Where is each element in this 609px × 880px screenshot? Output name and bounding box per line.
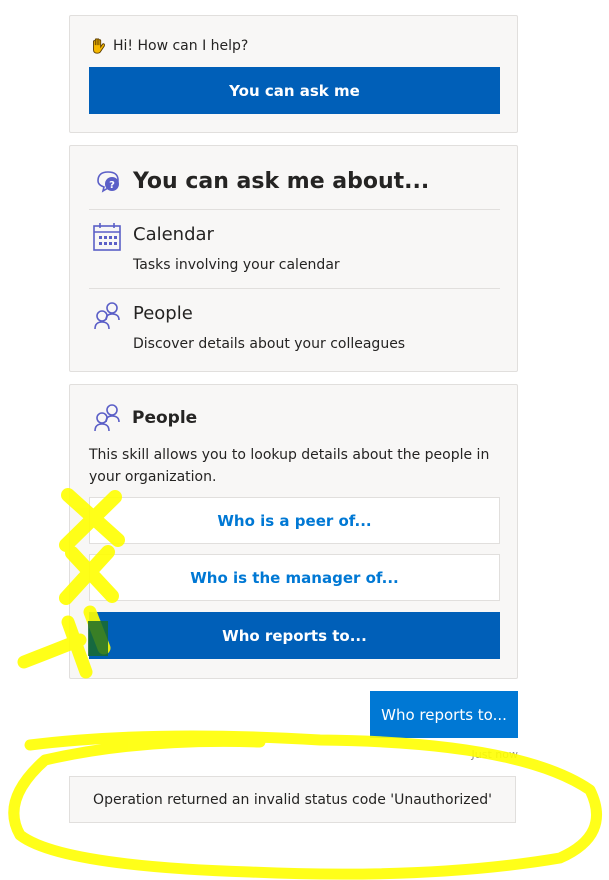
you-can-ask-me-button[interactable]: You can ask me <box>89 67 500 114</box>
skill-calendar[interactable]: Calendar Tasks involving your calendar <box>92 222 492 280</box>
who-is-a-peer-of-button[interactable]: Who is a peer of... <box>89 497 500 544</box>
people-skill-heading: People <box>92 403 197 433</box>
svg-text:?: ? <box>109 180 115 191</box>
who-reports-to-button[interactable]: Who reports to... <box>89 612 500 659</box>
calendar-icon <box>93 223 121 251</box>
bot-error-message: Operation returned an invalid status cod… <box>69 776 516 823</box>
people-icon <box>94 404 120 432</box>
people-skill-title: People <box>132 408 198 428</box>
greeting-text: Hi! How can I help? <box>113 38 249 54</box>
skill-title: Calendar <box>133 224 214 245</box>
skill-description: Discover details about your colleagues <box>133 336 406 352</box>
people-skill-description: This skill allows you to lookup details … <box>89 447 490 485</box>
user-message-bubble: Who reports to... <box>370 691 518 738</box>
who-is-the-manager-of-button[interactable]: Who is the manager of... <box>89 554 500 601</box>
waving-hand-icon <box>93 38 105 54</box>
greeting-card: Hi! How can I help? You can ask me <box>69 15 518 133</box>
capabilities-title: You can ask me about... <box>133 168 430 194</box>
skill-people[interactable]: People Discover details about your colle… <box>92 301 492 359</box>
skill-description: Tasks involving your calendar <box>133 257 340 273</box>
skill-title: People <box>133 303 193 324</box>
people-icon <box>94 302 120 330</box>
divider <box>89 288 500 289</box>
capabilities-card: ? You can ask me about... Calendar Tasks… <box>69 145 518 372</box>
divider <box>89 209 500 210</box>
chat-help-icon: ? <box>97 171 119 193</box>
greeting-row: Hi! How can I help? <box>89 37 248 55</box>
capabilities-heading: ? You can ask me about... <box>95 168 429 194</box>
message-timestamp: Just now <box>471 748 518 761</box>
people-skill-card: People This skill allows you to lookup d… <box>69 384 518 679</box>
